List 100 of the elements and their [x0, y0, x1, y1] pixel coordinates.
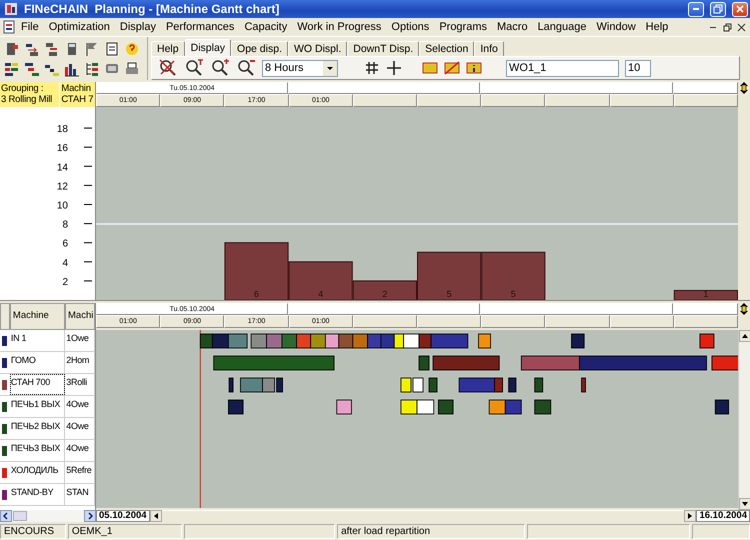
menu-item[interactable]: Language: [532, 21, 592, 33]
scroll-thumb[interactable]: [13, 511, 27, 521]
window-title: FINeCHAIN Planning - [Machine Gantt chart]: [24, 2, 280, 16]
table-cell: 1Owe: [65, 330, 95, 351]
tab[interactable]: Info: [474, 41, 504, 56]
task-bar[interactable]: [400, 378, 412, 392]
period-select[interactable]: 8 Hours: [262, 60, 338, 76]
scroll-left-button[interactable]: [150, 510, 162, 522]
task-bar[interactable]: [412, 378, 424, 392]
help-icon[interactable]: [124, 41, 140, 57]
y-tick: [84, 223, 92, 224]
task-bar[interactable]: [534, 378, 544, 392]
minimize-icon: [693, 8, 699, 10]
task-bar[interactable]: [310, 334, 326, 348]
task-bar[interactable]: [478, 334, 491, 348]
menu-item[interactable]: Window: [592, 21, 641, 33]
menu-item[interactable]: Options: [386, 21, 434, 33]
tab[interactable]: Ope disp.: [231, 41, 288, 56]
expand-vertical-icon[interactable]: [739, 303, 750, 315]
menu-item[interactable]: Optimization: [44, 21, 115, 33]
expand-vertical-icon[interactable]: [739, 82, 750, 94]
scroll-right-button[interactable]: [684, 510, 696, 522]
task-bar[interactable]: [403, 334, 420, 348]
task-bar[interactable]: [488, 400, 506, 414]
machine-icon[interactable]: [4, 41, 20, 57]
magnifier-icon[interactable]: [184, 58, 204, 78]
horizontal-scrollbar[interactable]: [0, 510, 96, 522]
task-bar[interactable]: [228, 400, 244, 414]
task-bar[interactable]: [400, 400, 418, 414]
flag-icon[interactable]: [84, 41, 100, 57]
gantt-bars-icon[interactable]: [24, 61, 40, 77]
printer-icon[interactable]: [124, 61, 140, 77]
start-date-label: 05.10.2004: [96, 510, 150, 522]
machine-name-cell[interactable]: СТАН 700: [10, 374, 66, 395]
bar-chart-icon[interactable]: [64, 61, 80, 77]
machine-name-cell[interactable]: ХОЛОДИЛЬ: [10, 462, 66, 483]
task-bar[interactable]: [228, 334, 248, 348]
table-cell: STAN: [65, 484, 95, 505]
order-field[interactable]: WO1_1: [506, 60, 619, 76]
menu-item[interactable]: Capacity: [239, 21, 292, 33]
machine-name-cell[interactable]: STAND-BY: [10, 484, 66, 505]
menu-item[interactable]: Help: [640, 21, 674, 33]
minimize-button[interactable]: [688, 2, 704, 16]
restore-button[interactable]: [710, 2, 726, 16]
tab[interactable]: Help: [151, 41, 185, 56]
column-header[interactable]: Machine: [10, 303, 65, 330]
task-bar[interactable]: [699, 334, 714, 348]
status-text: after load repartition: [337, 524, 525, 539]
task-bar[interactable]: [571, 334, 585, 348]
load-bar: [481, 252, 546, 300]
task-bar[interactable]: [336, 400, 352, 414]
task-bar[interactable]: [394, 334, 404, 348]
scroll-down-button[interactable]: [739, 498, 750, 510]
status-text: ENCOURS: [0, 524, 66, 539]
menu-item[interactable]: Macro: [492, 21, 533, 33]
magnifier-cross-icon[interactable]: [158, 58, 178, 78]
task-bar[interactable]: [714, 400, 730, 414]
tree-icon[interactable]: [84, 61, 100, 77]
restore-icon: [722, 22, 732, 32]
machine-name-cell[interactable]: ГОМО: [10, 352, 66, 373]
zoom-in-icon[interactable]: [210, 58, 230, 78]
menu-item[interactable]: File: [16, 21, 44, 33]
y-tick-label: 12: [56, 181, 68, 192]
info-icon[interactable]: [466, 60, 482, 76]
task-bar[interactable]: [262, 378, 275, 392]
note-cross-icon[interactable]: [444, 60, 460, 76]
tab[interactable]: Selection: [419, 41, 474, 56]
restore-icon: [713, 4, 723, 14]
menu-item[interactable]: Work in Progress: [292, 21, 386, 33]
menu-item[interactable]: Performances: [160, 21, 240, 33]
machine-name-cell[interactable]: ПЕЧЬ3 ВЫХ: [10, 440, 66, 461]
grid-icon[interactable]: [364, 60, 380, 76]
bar-value-label: 5: [446, 289, 452, 299]
tab[interactable]: DownT Disp.: [347, 41, 420, 56]
task-bar[interactable]: [250, 334, 267, 348]
scroll-up-button[interactable]: [739, 330, 750, 342]
count-field[interactable]: 10: [625, 60, 651, 76]
task-bar[interactable]: [324, 334, 340, 348]
task-bar[interactable]: [416, 400, 434, 414]
table-cell: 4Owe: [65, 418, 95, 439]
menu-item[interactable]: Programs: [434, 21, 492, 33]
close-icon: [736, 22, 746, 32]
bar-value-label: 4: [318, 289, 324, 299]
menu-item[interactable]: Display: [114, 21, 161, 33]
tab[interactable]: Display: [184, 39, 232, 56]
machine-name-cell[interactable]: ПЕЧЬ2 ВЫХ: [10, 418, 66, 439]
transfer-icon[interactable]: [44, 41, 60, 57]
plus-icon[interactable]: [386, 60, 402, 76]
document-icon[interactable]: [104, 41, 120, 57]
tab[interactable]: WO Displ.: [288, 41, 348, 56]
close-button[interactable]: [732, 2, 748, 16]
note-icon[interactable]: [422, 60, 438, 76]
transfer-icon[interactable]: [24, 41, 40, 57]
task-bar[interactable]: [380, 334, 395, 348]
gantt-bars-icon[interactable]: [4, 61, 20, 77]
machine-name-cell[interactable]: ПЕЧЬ1 ВЫХ: [10, 396, 66, 417]
zoom-out-icon[interactable]: [236, 58, 256, 78]
column-header[interactable]: Machi: [65, 303, 95, 330]
machine-name-cell[interactable]: IN 1: [10, 330, 66, 351]
table-cell: 5Refre: [65, 462, 95, 483]
